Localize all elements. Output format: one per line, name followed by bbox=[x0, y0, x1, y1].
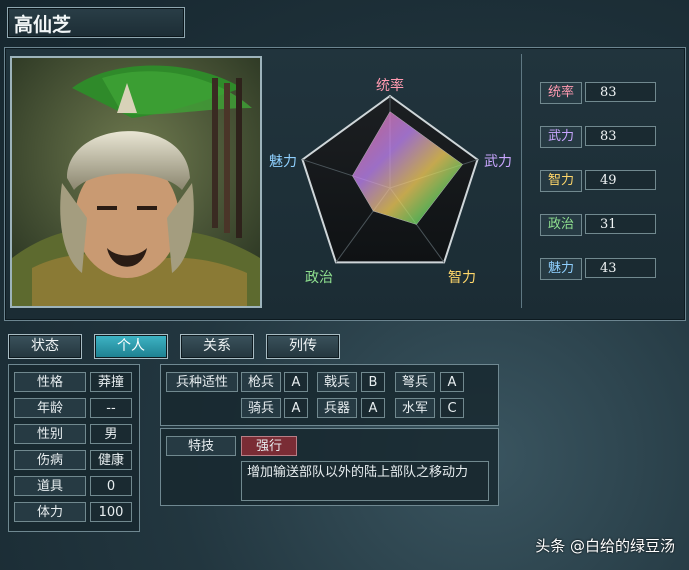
aptitude-unit: 戟兵 bbox=[317, 372, 357, 392]
personal-label: 性格 bbox=[14, 372, 86, 392]
panel-divider bbox=[521, 54, 522, 308]
aptitude-unit: 水军 bbox=[395, 398, 435, 418]
personal-value: 0 bbox=[90, 476, 132, 496]
aptitude-grade: B bbox=[361, 372, 385, 392]
personal-label: 伤病 bbox=[14, 450, 86, 470]
tab-1[interactable]: 个人 bbox=[94, 334, 168, 359]
character-name-box: 高仙芝 bbox=[7, 7, 185, 38]
personal-label: 体力 bbox=[14, 502, 86, 522]
personal-value: 男 bbox=[90, 424, 132, 444]
tab-0[interactable]: 状态 bbox=[8, 334, 82, 359]
aptitude-grade: A bbox=[284, 398, 308, 418]
personal-value: 100 bbox=[90, 502, 132, 522]
aptitude-unit: 枪兵 bbox=[241, 372, 281, 392]
radar-label-charm: 魅力 bbox=[269, 154, 297, 170]
stat-value: 43 bbox=[585, 258, 656, 278]
tab-2[interactable]: 关系 bbox=[180, 334, 254, 359]
watermark-text: 头条 @白给的绿豆汤 bbox=[535, 537, 675, 555]
stat-value: 83 bbox=[585, 126, 656, 146]
stat-value: 83 bbox=[585, 82, 656, 102]
stat-label: 统率 bbox=[540, 82, 582, 104]
stat-value: 49 bbox=[585, 170, 656, 190]
aptitude-unit: 兵器 bbox=[317, 398, 357, 418]
personal-value: -- bbox=[90, 398, 132, 418]
aptitude-grade: A bbox=[284, 372, 308, 392]
personal-label: 性别 bbox=[14, 424, 86, 444]
aptitude-grade: C bbox=[440, 398, 464, 418]
stat-value: 31 bbox=[585, 214, 656, 234]
radar-label-leadership: 统率 bbox=[376, 77, 404, 94]
aptitude-title: 兵种适性 bbox=[166, 372, 238, 392]
radar-label-war: 武力 bbox=[484, 154, 512, 170]
radar-label-intelligence: 智力 bbox=[448, 270, 476, 286]
skill-title: 特技 bbox=[166, 436, 236, 456]
aptitude-grade: A bbox=[361, 398, 385, 418]
stat-label: 智力 bbox=[540, 170, 582, 192]
aptitude-unit: 弩兵 bbox=[395, 372, 435, 392]
stat-label: 武力 bbox=[540, 126, 582, 148]
aptitude-unit: 骑兵 bbox=[241, 398, 281, 418]
personal-label: 年龄 bbox=[14, 398, 86, 418]
radar-label-politics: 政治 bbox=[305, 270, 333, 286]
stat-label: 政治 bbox=[540, 214, 582, 236]
personal-value: 莽撞 bbox=[90, 372, 132, 392]
skill-description: 增加输送部队以外的陆上部队之移动力 bbox=[241, 461, 489, 501]
tab-3[interactable]: 列传 bbox=[266, 334, 340, 359]
attribute-radar-chart: 统率 武力 智力 政治 魅力 bbox=[269, 77, 512, 286]
character-name: 高仙芝 bbox=[14, 14, 72, 36]
character-portrait bbox=[10, 56, 262, 308]
aptitude-grade: A bbox=[440, 372, 464, 392]
skill-name-badge[interactable]: 强行 bbox=[241, 436, 297, 456]
personal-label: 道具 bbox=[14, 476, 86, 496]
personal-value: 健康 bbox=[90, 450, 132, 470]
portrait-image bbox=[12, 58, 260, 306]
stat-label: 魅力 bbox=[540, 258, 582, 280]
